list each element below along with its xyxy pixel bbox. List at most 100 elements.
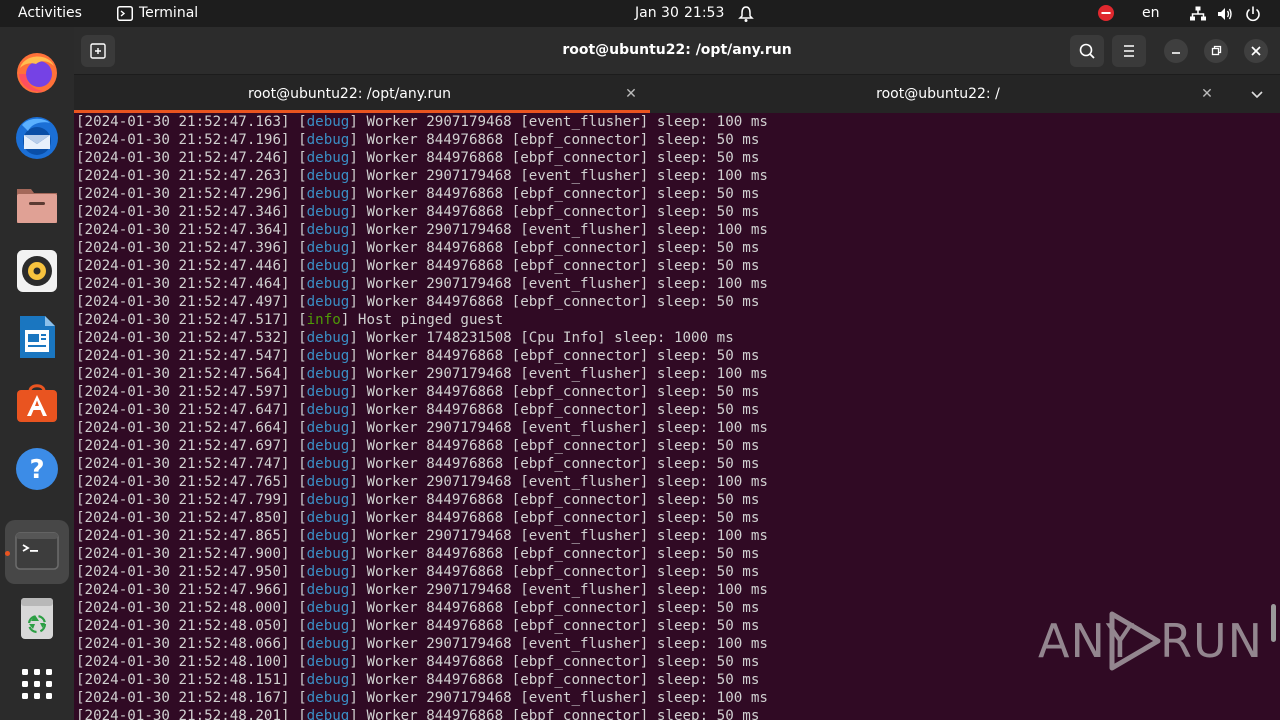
log-message: Worker 844976868 [ebpf_connector] sleep:… xyxy=(357,402,760,418)
show-apps-icon[interactable] xyxy=(14,661,60,707)
log-message: Worker 2907179468 [event_flusher] sleep:… xyxy=(357,474,768,490)
log-bracket-close: ] xyxy=(349,240,358,256)
power-icon[interactable] xyxy=(1244,5,1262,23)
log-timestamp: [2024-01-30 21:52:47.346] xyxy=(76,204,290,220)
network-icon[interactable] xyxy=(1189,5,1207,23)
clock-time[interactable]: 21:53 xyxy=(684,0,724,27)
log-timestamp: [2024-01-30 21:52:47.664] xyxy=(76,420,290,436)
log-timestamp: [2024-01-30 21:52:47.697] xyxy=(76,438,290,454)
keyboard-language-indicator[interactable]: en xyxy=(1142,0,1160,27)
log-bracket-close: ] xyxy=(349,384,358,400)
log-bracket-open: [ xyxy=(289,366,307,382)
log-bracket-open: [ xyxy=(289,528,307,544)
restore-icon xyxy=(1211,45,1222,56)
hamburger-menu-icon xyxy=(1124,45,1134,57)
log-message: Worker 844976868 [ebpf_connector] sleep:… xyxy=(357,258,760,274)
terminal-line: [2024-01-30 21:52:47.296] [debug] Worker… xyxy=(76,185,1266,203)
log-bracket-close: ] xyxy=(349,420,358,436)
trash-icon[interactable] xyxy=(14,595,60,641)
log-message: Worker 844976868 [ebpf_connector] sleep:… xyxy=(357,456,760,472)
log-timestamp: [2024-01-30 21:52:47.497] xyxy=(76,294,290,310)
clock-date[interactable]: Jan 30 xyxy=(635,0,679,27)
log-level: debug xyxy=(306,132,350,148)
terminal-line: [2024-01-30 21:52:47.664] [debug] Worker… xyxy=(76,419,1266,437)
log-bracket-open: [ xyxy=(289,492,307,508)
files-icon[interactable] xyxy=(14,181,60,227)
log-timestamp: [2024-01-30 21:52:47.263] xyxy=(76,168,290,184)
log-level: debug xyxy=(306,708,350,720)
log-level: debug xyxy=(306,582,350,598)
log-message: Worker 844976868 [ebpf_connector] sleep:… xyxy=(357,510,760,526)
log-bracket-open: [ xyxy=(289,672,307,688)
log-message: Worker 2907179468 [event_flusher] sleep:… xyxy=(357,168,768,184)
terminal-line: [2024-01-30 21:52:47.850] [debug] Worker… xyxy=(76,509,1266,527)
terminal-line: [2024-01-30 21:52:47.517] [info] Host pi… xyxy=(76,311,1266,329)
log-message: Worker 844976868 [ebpf_connector] sleep:… xyxy=(357,672,760,688)
close-window-button[interactable] xyxy=(1244,39,1268,63)
hamburger-menu-button[interactable] xyxy=(1112,35,1146,67)
log-bracket-open: [ xyxy=(289,186,307,202)
log-timestamp: [2024-01-30 21:52:47.747] xyxy=(76,456,290,472)
log-bracket-open: [ xyxy=(289,150,307,166)
log-bracket-close: ] xyxy=(349,258,358,274)
log-level: debug xyxy=(306,618,350,634)
terminal-line: [2024-01-30 21:52:48.201] [debug] Worker… xyxy=(76,707,1266,720)
tab-close-icon[interactable]: ✕ xyxy=(621,84,641,104)
tab-opt-any-run[interactable]: root@ubuntu22: /opt/any.run ✕ xyxy=(74,75,650,113)
terminal-icon[interactable] xyxy=(14,528,60,574)
log-bracket-open: [ xyxy=(289,510,307,526)
log-message: Worker 844976868 [ebpf_connector] sleep:… xyxy=(357,132,760,148)
log-bracket-close: ] xyxy=(349,636,358,652)
log-bracket-open: [ xyxy=(289,636,307,652)
rhythmbox-icon[interactable] xyxy=(14,248,60,294)
minimize-icon xyxy=(1172,52,1180,54)
thunderbird-icon[interactable] xyxy=(14,115,60,161)
log-bracket-close: ] xyxy=(349,654,358,670)
log-level: debug xyxy=(306,240,350,256)
app-center-icon[interactable] xyxy=(14,379,60,425)
svg-text:?: ? xyxy=(29,455,44,485)
maximize-button[interactable] xyxy=(1204,39,1228,63)
running-app-dot xyxy=(5,551,10,556)
log-timestamp: [2024-01-30 21:52:48.151] xyxy=(76,672,290,688)
terminal-line: [2024-01-30 21:52:47.547] [debug] Worker… xyxy=(76,347,1266,365)
log-timestamp: [2024-01-30 21:52:47.950] xyxy=(76,564,290,580)
log-bracket-close: ] xyxy=(349,690,358,706)
log-bracket-open: [ xyxy=(289,114,307,130)
log-bracket-close: ] xyxy=(349,186,358,202)
terminal-line: [2024-01-30 21:52:47.900] [debug] Worker… xyxy=(76,545,1266,563)
log-bracket-open: [ xyxy=(289,600,307,616)
log-level: debug xyxy=(306,636,350,652)
log-message: Worker 2907179468 [event_flusher] sleep:… xyxy=(357,366,768,382)
log-level: debug xyxy=(306,690,350,706)
log-timestamp: [2024-01-30 21:52:47.196] xyxy=(76,132,290,148)
tab-root[interactable]: root@ubuntu22: / ✕ xyxy=(650,75,1226,113)
volume-icon[interactable] xyxy=(1216,5,1234,23)
terminal-line: [2024-01-30 21:52:47.865] [debug] Worker… xyxy=(76,527,1266,545)
log-bracket-close: ] xyxy=(349,672,358,688)
terminal-line: [2024-01-30 21:52:47.396] [debug] Worker… xyxy=(76,239,1266,257)
help-icon[interactable]: ? xyxy=(14,446,60,492)
terminal-line: [2024-01-30 21:52:47.697] [debug] Worker… xyxy=(76,437,1266,455)
log-level: debug xyxy=(306,402,350,418)
log-bracket-open: [ xyxy=(289,276,307,292)
log-timestamp: [2024-01-30 21:52:47.597] xyxy=(76,384,290,400)
app-menu-terminal[interactable]: Terminal xyxy=(139,0,198,27)
search-button[interactable] xyxy=(1070,35,1104,67)
log-timestamp: [2024-01-30 21:52:48.000] xyxy=(76,600,290,616)
scrollbar-thumb[interactable] xyxy=(1271,604,1276,642)
tab-list-chevron-down-icon[interactable] xyxy=(1246,84,1268,104)
log-message: Worker 2907179468 [event_flusher] sleep:… xyxy=(357,636,768,652)
close-icon xyxy=(1251,46,1261,56)
tab-close-icon[interactable]: ✕ xyxy=(1197,84,1217,104)
minimize-button[interactable] xyxy=(1164,39,1188,63)
log-bracket-open: [ xyxy=(289,654,307,670)
log-message: Worker 844976868 [ebpf_connector] sleep:… xyxy=(357,186,760,202)
log-bracket-close: ] xyxy=(349,348,358,364)
activities-button[interactable]: Activities xyxy=(18,0,82,27)
log-level: debug xyxy=(306,114,350,130)
header-bar[interactable]: root@ubuntu22: /opt/any.run xyxy=(74,27,1280,75)
libreoffice-writer-icon[interactable] xyxy=(14,314,60,360)
do-not-disturb-icon[interactable] xyxy=(1098,5,1114,21)
firefox-icon[interactable] xyxy=(14,50,60,96)
